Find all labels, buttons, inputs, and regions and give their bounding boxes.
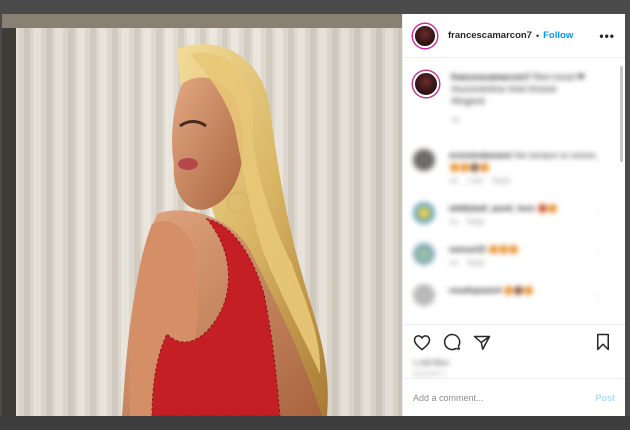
follow-button[interactable]: Follow <box>543 30 573 41</box>
comment-like-heart-icon[interactable]: ♡ <box>593 209 601 220</box>
caption-text-block: francescamarcon7 Red mood ❤ #summertime … <box>451 71 591 127</box>
post-image <box>2 14 402 416</box>
comment-like-heart-icon[interactable]: ♡ <box>593 250 601 261</box>
overlay-backdrop-right[interactable] <box>625 14 630 416</box>
likes-count[interactable]: 1,166 likes <box>413 358 615 367</box>
commenter-avatar[interactable] <box>413 243 435 265</box>
caption-username[interactable]: francescamarcon7 <box>451 72 531 82</box>
author-username[interactable]: francescamarcon7 <box>448 30 532 41</box>
post-comment-button[interactable]: Post <box>595 393 615 403</box>
post-modal: francescamarcon7 • Follow ••• francescam… <box>2 14 625 416</box>
reply-button[interactable]: Reply <box>467 260 485 267</box>
comments-list[interactable]: francescamarcon7 Red mood ❤ #summertime … <box>403 59 625 324</box>
heart-icon[interactable] <box>413 334 431 351</box>
emoji-icon <box>504 286 514 296</box>
comments-scrollbar[interactable] <box>620 66 623 162</box>
post-header: francescamarcon7 • Follow ••• <box>403 14 625 58</box>
comment-like-heart-icon[interactable]: ♡ <box>593 156 601 167</box>
comment-item: wildlyball_punti_love 1w Reply ♡ <box>413 202 615 226</box>
post-actions: 1,166 likes AUGUST 1 <box>403 324 625 378</box>
commenter-avatar[interactable] <box>413 149 435 171</box>
comment-time: 1w <box>449 260 458 267</box>
post-side-panel: francescamarcon7 • Follow ••• francescam… <box>402 14 625 416</box>
commenter-avatar[interactable] <box>413 202 435 224</box>
author-avatar[interactable] <box>413 23 437 48</box>
add-comment-bar: Add a comment... Post <box>403 378 625 416</box>
emoji-icon <box>489 245 499 255</box>
comment-username[interactable]: rosafspazio4 <box>449 285 501 295</box>
emoji-icon <box>537 204 547 214</box>
comment-body: ernestodamiani Sei sempre un amore 1w 1 l… <box>449 149 599 185</box>
comment-text: Sei sempre un amore <box>514 150 596 160</box>
comment-body: wildlyball_punti_love 1w Reply <box>449 202 599 226</box>
comment-username[interactable]: zanuar22 <box>449 244 486 254</box>
emoji-icon <box>514 286 524 296</box>
post-caption: francescamarcon7 Red mood ❤ #summertime … <box>413 71 615 127</box>
emoji-icon <box>460 163 469 173</box>
emoji-icon <box>480 163 489 173</box>
comment-item: zanuar22 1w Reply ♡ <box>413 243 615 267</box>
comment-time: 1w <box>449 219 458 226</box>
post-date: AUGUST 1 <box>413 371 446 378</box>
emoji-icon <box>450 163 459 173</box>
comment-like-heart-icon[interactable]: ♡ <box>593 291 601 302</box>
comment-time: 1w <box>449 178 458 185</box>
emoji-icon <box>499 245 509 255</box>
header-separator: • <box>535 30 540 41</box>
comment-username[interactable]: ernestodamiani <box>449 150 512 160</box>
caption-avatar[interactable] <box>413 71 439 97</box>
bookmark-icon[interactable] <box>595 333 611 351</box>
comment-likes[interactable]: 1 like <box>467 178 483 185</box>
commenter-avatar[interactable] <box>413 284 435 306</box>
emoji-icon <box>547 204 557 214</box>
comment-item: ernestodamiani Sei sempre un amore 1w 1 l… <box>413 149 615 185</box>
comment-input[interactable]: Add a comment... <box>413 393 484 403</box>
emoji-icon <box>524 286 534 296</box>
comment-body: rosafspazio4 <box>449 284 599 296</box>
share-icon[interactable] <box>473 334 491 351</box>
overlay-backdrop-bottom[interactable] <box>0 416 630 430</box>
comment-username[interactable]: wildlyball_punti_love <box>449 203 535 213</box>
reply-button[interactable]: Reply <box>467 219 485 226</box>
comment-item: rosafspazio4 ♡ <box>413 284 615 306</box>
more-icon[interactable]: ••• <box>599 29 615 43</box>
overlay-backdrop-top[interactable] <box>0 0 630 14</box>
emoji-icon <box>470 163 479 173</box>
reply-button[interactable]: Reply <box>492 178 510 185</box>
comment-body: zanuar22 1w Reply <box>449 243 599 267</box>
post-photo[interactable] <box>2 14 402 416</box>
comment-icon[interactable] <box>443 333 461 351</box>
caption-time: 1w <box>451 117 460 124</box>
emoji-icon <box>509 245 519 255</box>
